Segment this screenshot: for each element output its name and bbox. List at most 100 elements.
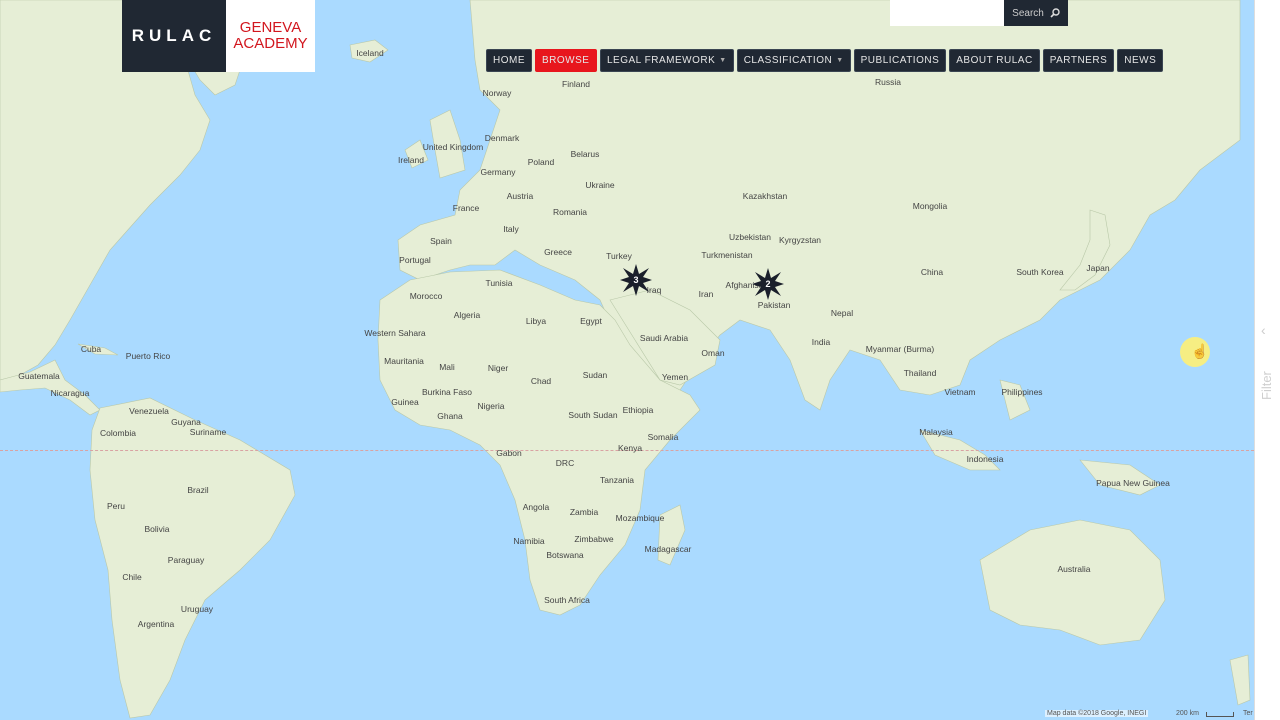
nav-publications[interactable]: PUBLICATIONS xyxy=(853,49,947,72)
country-label: Burkina Faso xyxy=(421,387,473,397)
nav-browse[interactable]: BROWSE xyxy=(535,49,597,72)
country-label: Russia xyxy=(875,77,901,87)
world-map[interactable]: Iceland Norway Finland Russia United Kin… xyxy=(0,0,1254,720)
country-label: Nigeria xyxy=(477,401,505,411)
search-input[interactable] xyxy=(890,0,1004,26)
country-label: Turkey xyxy=(606,251,632,261)
country-label: Malaysia xyxy=(919,427,953,437)
country-label: Argentina xyxy=(137,619,175,629)
country-label: South Korea xyxy=(1016,267,1064,277)
country-label: Morocco xyxy=(409,291,443,301)
partner-line1: GENEVA xyxy=(239,19,302,36)
country-label: Zambia xyxy=(569,507,599,517)
country-label: Colombia xyxy=(100,428,136,438)
country-label: Sudan xyxy=(582,370,608,380)
map-scale-label: 200 km xyxy=(1176,710,1199,717)
country-label: Vietnam xyxy=(944,387,976,397)
filter-panel[interactable]: ‹ Filter xyxy=(1254,0,1280,720)
country-label: Belarus xyxy=(570,149,600,159)
country-label: Austria xyxy=(506,191,534,201)
nav-news[interactable]: NEWS xyxy=(1117,49,1164,72)
partner-line2: ACADEMY xyxy=(233,35,308,52)
country-label: Portugal xyxy=(399,255,431,265)
country-label: Guyana xyxy=(171,417,201,427)
country-label: Greece xyxy=(544,247,572,257)
country-label: Iran xyxy=(698,289,714,299)
caret-down-icon: ▼ xyxy=(836,57,844,64)
country-label: Kenya xyxy=(617,443,643,453)
country-label: Guinea xyxy=(391,397,419,407)
country-label: Libya xyxy=(525,316,547,326)
country-label: India xyxy=(811,337,831,347)
country-label: China xyxy=(920,267,944,277)
nav-partners[interactable]: PARTNERS xyxy=(1042,49,1115,72)
country-label: Uruguay xyxy=(180,604,214,614)
country-label: Japan xyxy=(1086,263,1110,273)
country-label: Papua New Guinea xyxy=(1096,478,1170,488)
terms-link[interactable]: Ter xyxy=(1243,710,1253,717)
country-label: Puerto Rico xyxy=(125,351,171,361)
country-label: Mongolia xyxy=(912,201,948,211)
country-label: Niger xyxy=(487,363,509,373)
country-label: Bolivia xyxy=(144,524,170,534)
country-label: Ukraine xyxy=(585,180,615,190)
nav-about-rulac[interactable]: ABOUT RULAC xyxy=(949,49,1040,72)
nav-label: ABOUT RULAC xyxy=(956,55,1033,66)
main-nav: HOME BROWSE LEGAL FRAMEWORK ▼ CLASSIFICAT… xyxy=(486,49,1164,72)
country-label: Zimbabwe xyxy=(574,534,614,544)
country-label: Namibia xyxy=(513,536,545,546)
country-label: Denmark xyxy=(484,133,520,143)
search-button[interactable]: Search xyxy=(1004,0,1068,26)
country-label: Chad xyxy=(530,376,552,386)
filter-label[interactable]: Filter xyxy=(1259,350,1277,400)
country-label: Tanzania xyxy=(599,475,635,485)
search-button-label: Search xyxy=(1012,7,1044,19)
country-label: Italy xyxy=(503,224,519,234)
country-label: United Kingdom xyxy=(422,142,484,152)
chevron-left-icon[interactable]: ‹ xyxy=(1261,322,1266,338)
country-label: Algeria xyxy=(453,310,481,320)
nav-label: HOME xyxy=(493,55,525,66)
nav-label: NEWS xyxy=(1124,55,1157,66)
country-label: Botswana xyxy=(546,550,584,560)
logo[interactable]: RULAC GENEVA ACADEMY xyxy=(122,0,315,72)
country-label: Guatemala xyxy=(18,371,60,381)
country-label: Madagascar xyxy=(644,544,692,554)
search-icon xyxy=(1050,8,1060,18)
nav-label: BROWSE xyxy=(542,55,590,66)
country-label: DRC xyxy=(555,458,575,468)
map-scale-bar xyxy=(1206,712,1234,717)
country-label: Norway xyxy=(482,88,512,98)
country-label: Philippines xyxy=(1001,387,1043,397)
country-label: Australia xyxy=(1057,564,1091,574)
nav-legal-framework[interactable]: LEGAL FRAMEWORK ▼ xyxy=(600,49,734,72)
country-label: Thailand xyxy=(903,368,937,378)
country-label: Turkmenistan xyxy=(701,250,753,260)
country-label: Mali xyxy=(439,362,455,372)
country-label: Pakistan xyxy=(757,300,791,310)
country-label: Nepal xyxy=(830,308,854,318)
nav-label: PARTNERS xyxy=(1049,55,1108,66)
nav-label: LEGAL FRAMEWORK xyxy=(607,55,716,66)
nav-classification[interactable]: CLASSIFICATION ▼ xyxy=(736,49,851,72)
conflict-marker-iraq[interactable]: 3 xyxy=(619,263,653,297)
country-label: South Sudan xyxy=(568,410,618,420)
nav-label: PUBLICATIONS xyxy=(860,55,940,66)
conflict-marker-pakistan[interactable]: 2 xyxy=(751,267,785,301)
caret-down-icon: ▼ xyxy=(719,57,727,64)
country-label: Nicaragua xyxy=(50,388,90,398)
country-label: Mauritania xyxy=(384,356,424,366)
country-label: Romania xyxy=(552,207,588,217)
geneva-academy-logo[interactable]: GENEVA ACADEMY xyxy=(226,0,315,72)
rulac-logo[interactable]: RULAC xyxy=(122,0,226,72)
country-label: France xyxy=(452,203,480,213)
nav-home[interactable]: HOME xyxy=(486,49,532,72)
country-label: Ireland xyxy=(398,155,424,165)
country-label: Kyrgyzstan xyxy=(778,235,822,245)
country-label: Venezuela xyxy=(129,406,169,416)
country-label: Suriname xyxy=(189,427,227,437)
country-label: Oman xyxy=(701,348,725,358)
map-attribution: Map data ©2018 Google, INEGI xyxy=(1045,710,1149,717)
country-label: Mozambique xyxy=(615,513,665,523)
country-label: South Africa xyxy=(544,595,590,605)
